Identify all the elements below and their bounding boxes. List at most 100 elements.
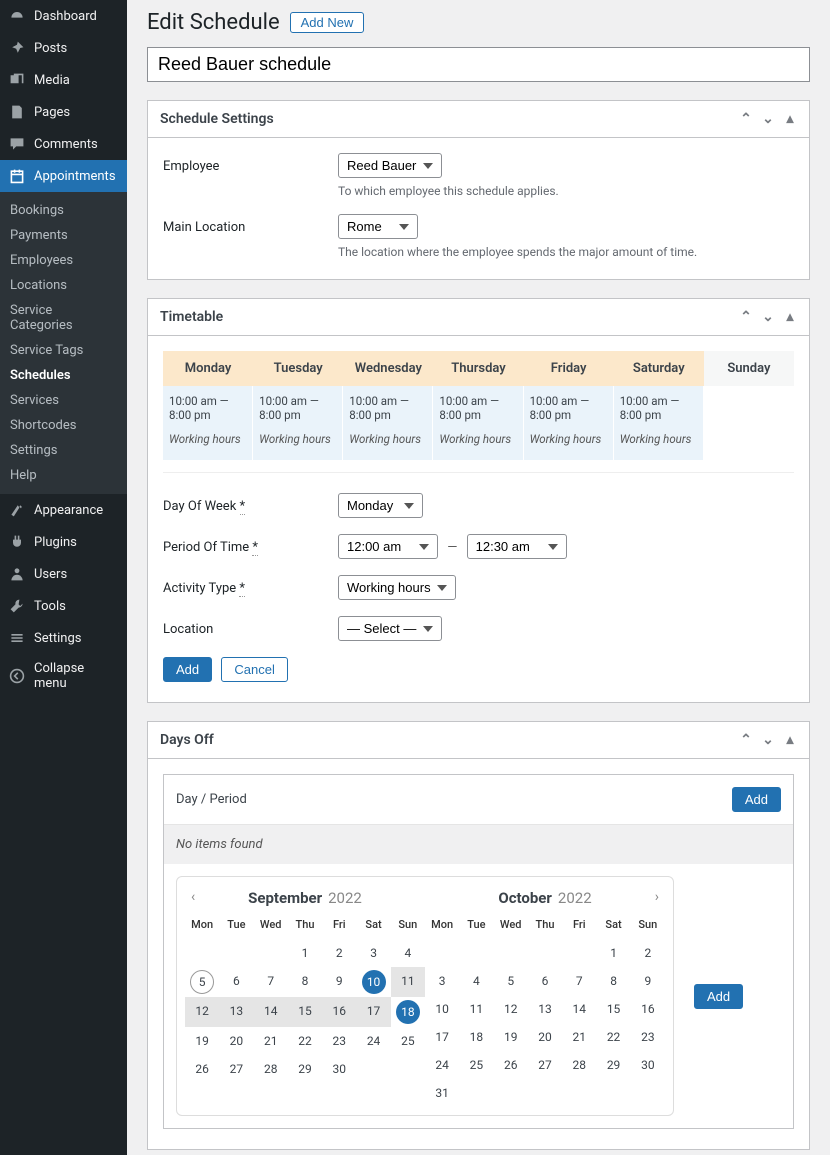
cal-day[interactable]: 22 (288, 1027, 322, 1055)
cal-day[interactable]: 9 (322, 967, 356, 997)
cal-day[interactable]: 19 (185, 1027, 219, 1055)
panel-down-icon[interactable]: ⌄ (761, 732, 775, 748)
timetable-cell[interactable]: 10:00 am — 8:00 pmWorking hours (433, 386, 523, 460)
cal-day[interactable]: 14 (254, 997, 288, 1027)
sidebar-item-pages[interactable]: Pages (0, 96, 127, 128)
sidebar-subitem-locations[interactable]: Locations (0, 273, 127, 298)
cal-day[interactable]: 25 (459, 1051, 493, 1079)
loc-select[interactable]: — Select — (338, 616, 442, 641)
cal-day[interactable]: 28 (254, 1055, 288, 1083)
cal-day[interactable]: 17 (425, 1023, 459, 1051)
sidebar-item-settings[interactable]: Settings (0, 622, 127, 654)
timetable-cell[interactable]: 10:00 am — 8:00 pmWorking hours (163, 386, 253, 460)
cal-day[interactable]: 30 (631, 1051, 665, 1079)
cal-day[interactable]: 17 (356, 997, 390, 1027)
sidebar-item-media[interactable]: Media (0, 64, 127, 96)
cal-day[interactable]: 31 (425, 1079, 459, 1107)
cal-day[interactable]: 2 (322, 939, 356, 967)
sidebar-item-users[interactable]: Users (0, 558, 127, 590)
cal-day[interactable]: 24 (425, 1051, 459, 1079)
cal-day[interactable]: 23 (631, 1023, 665, 1051)
cal-day[interactable]: 11 (459, 995, 493, 1023)
cal-day[interactable]: 10 (362, 970, 386, 994)
cal-day[interactable]: 7 (254, 967, 288, 997)
sidebar-item-posts[interactable]: Posts (0, 32, 127, 64)
cal-day[interactable]: 21 (562, 1023, 596, 1051)
timetable-cell[interactable]: 10:00 am — 8:00 pmWorking hours (343, 386, 433, 460)
cal-day[interactable]: 14 (562, 995, 596, 1023)
panel-down-icon[interactable]: ⌄ (761, 309, 775, 325)
cal-day[interactable]: 18 (396, 1000, 420, 1024)
cancel-button[interactable]: Cancel (221, 657, 287, 682)
cal-day[interactable]: 12 (185, 997, 219, 1027)
cal-day[interactable]: 8 (288, 967, 322, 997)
panel-collapse-icon[interactable]: ▴ (783, 111, 797, 127)
cal-day[interactable]: 28 (562, 1051, 596, 1079)
cal-day[interactable]: 2 (631, 939, 665, 967)
cal-day[interactable]: 15 (288, 997, 322, 1027)
cal-day[interactable]: 4 (459, 967, 493, 995)
sidebar-item-collapse-menu[interactable]: Collapse menu (0, 654, 127, 698)
cal-day[interactable]: 3 (356, 939, 390, 967)
sidebar-item-appearance[interactable]: Appearance (0, 494, 127, 526)
timetable-cell[interactable]: 10:00 am — 8:00 pmWorking hours (614, 386, 704, 460)
cal-day[interactable]: 16 (322, 997, 356, 1027)
panel-collapse-icon[interactable]: ▴ (783, 732, 797, 748)
cal-day[interactable]: 1 (288, 939, 322, 967)
cal-day[interactable]: 18 (459, 1023, 493, 1051)
sidebar-subitem-schedules[interactable]: Schedules (0, 363, 127, 388)
sidebar-subitem-settings[interactable]: Settings (0, 438, 127, 463)
cal-day[interactable]: 16 (631, 995, 665, 1023)
cal-day[interactable]: 15 (596, 995, 630, 1023)
cal-day[interactable]: 9 (631, 967, 665, 995)
cal-day[interactable]: 29 (288, 1055, 322, 1083)
period-from-select[interactable]: 12:00 am (338, 534, 438, 559)
panel-collapse-icon[interactable]: ▴ (783, 309, 797, 325)
cal-day[interactable]: 23 (322, 1027, 356, 1055)
sidebar-subitem-help[interactable]: Help (0, 463, 127, 488)
cal-day[interactable]: 8 (596, 967, 630, 995)
cal-day[interactable]: 7 (562, 967, 596, 995)
cal-day[interactable]: 6 (528, 967, 562, 995)
panel-down-icon[interactable]: ⌄ (761, 111, 775, 127)
cal-day[interactable]: 19 (494, 1023, 528, 1051)
cal-day[interactable]: 25 (391, 1027, 425, 1055)
cal-day[interactable]: 5 (494, 967, 528, 995)
schedule-title-input[interactable] (147, 47, 810, 82)
panel-up-icon[interactable]: ⌃ (739, 732, 753, 748)
panel-up-icon[interactable]: ⌃ (739, 111, 753, 127)
cal-day[interactable]: 26 (494, 1051, 528, 1079)
panel-up-icon[interactable]: ⌃ (739, 309, 753, 325)
cal-prev-icon[interactable]: ‹ (191, 889, 195, 905)
cal-day[interactable]: 12 (494, 995, 528, 1023)
cal-day[interactable]: 24 (356, 1027, 390, 1055)
timetable-cell[interactable]: 10:00 am — 8:00 pmWorking hours (524, 386, 614, 460)
cal-day[interactable]: 21 (254, 1027, 288, 1055)
cal-day[interactable]: 30 (322, 1055, 356, 1083)
cal-day[interactable]: 6 (219, 967, 253, 997)
cal-day[interactable]: 3 (425, 967, 459, 995)
cal-day[interactable]: 22 (596, 1023, 630, 1051)
cal-day[interactable]: 13 (528, 995, 562, 1023)
cal-day[interactable]: 11 (391, 967, 425, 997)
sidebar-item-appointments[interactable]: Appointments (0, 160, 127, 192)
sidebar-subitem-service-categories[interactable]: Service Categories (0, 298, 127, 338)
cal-day[interactable]: 4 (391, 939, 425, 967)
cal-next-icon[interactable]: › (655, 889, 659, 905)
cal-day[interactable]: 20 (219, 1027, 253, 1055)
sidebar-subitem-payments[interactable]: Payments (0, 223, 127, 248)
dow-select[interactable]: Monday (338, 493, 423, 518)
daysoff-add-button[interactable]: Add (732, 787, 781, 812)
cal-day[interactable]: 20 (528, 1023, 562, 1051)
cal-day[interactable]: 10 (425, 995, 459, 1023)
add-new-button[interactable]: Add New (290, 12, 365, 33)
cal-day[interactable]: 1 (596, 939, 630, 967)
sidebar-item-comments[interactable]: Comments (0, 128, 127, 160)
location-select[interactable]: Rome (338, 214, 418, 239)
calendar-add-button[interactable]: Add (694, 984, 743, 1009)
sidebar-subitem-services[interactable]: Services (0, 388, 127, 413)
period-to-select[interactable]: 12:30 am (467, 534, 567, 559)
add-button[interactable]: Add (163, 657, 212, 682)
cal-day[interactable]: 27 (528, 1051, 562, 1079)
timetable-cell[interactable]: 10:00 am — 8:00 pmWorking hours (253, 386, 343, 460)
